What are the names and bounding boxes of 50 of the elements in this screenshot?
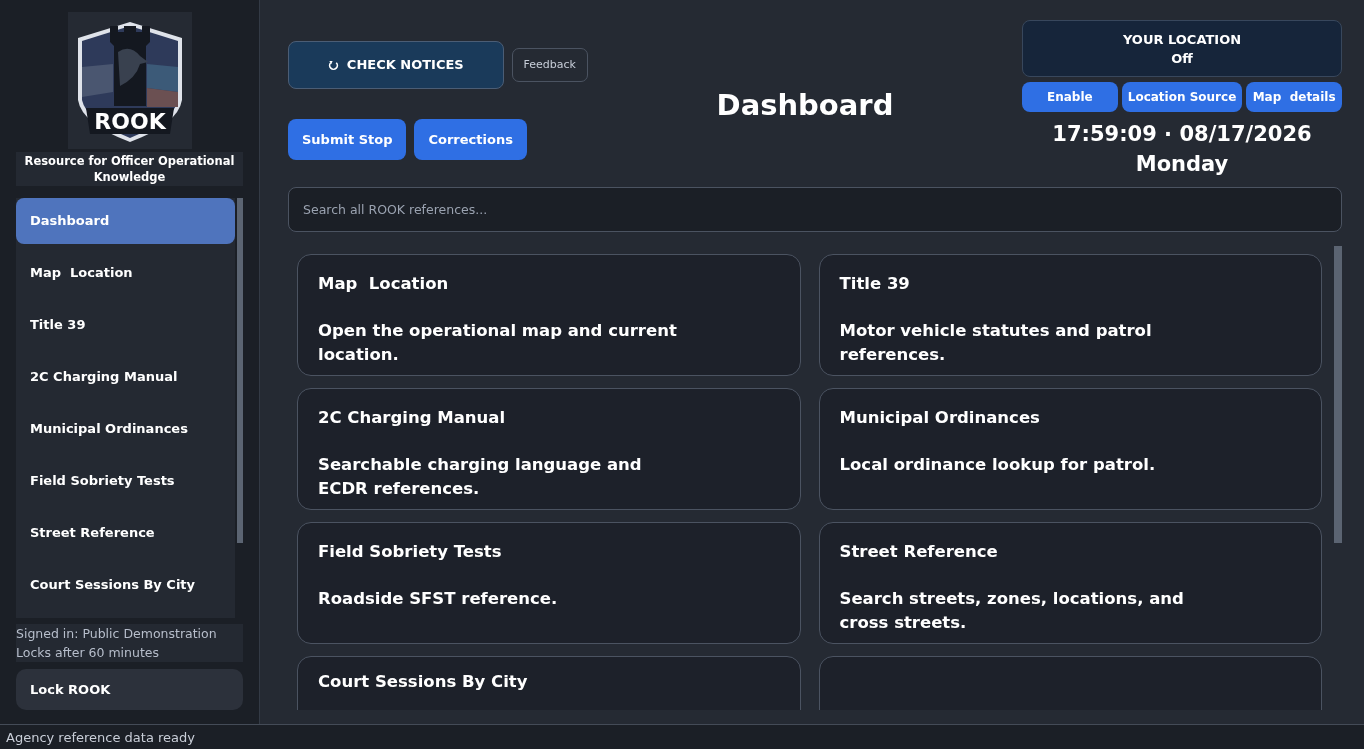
location-button[interactable]: Location Source [1121,82,1243,112]
refresh-icon [327,59,339,71]
check-notices-button[interactable]: CHECK NOTICES [288,41,504,89]
location-heading: YOUR LOCATION [1121,31,1243,49]
reference-card[interactable]: Field Sobriety Tests Roadside SFST reference. [297,522,801,644]
clock-text: 17:59:09 · 08/17/2026 [1051,121,1313,148]
card-description: Roadside SFST reference. [318,588,559,610]
card-title: 2C Charging Manual [318,407,507,429]
card-description: Searchable charging language and ECDR references. [318,454,643,500]
card-description: Open the operational map and current location. [318,320,678,366]
search-field[interactable]: Search all ROOK references... [288,187,1342,232]
reference-card[interactable]: 2C Charging Manual Searchable charging language and ECDR references. [297,388,801,510]
app-tagline: Resource for Officer Operational Knowledge [16,152,243,186]
sidebar-item[interactable]: 2C Charging Manual [16,354,235,400]
sidebar-item[interactable]: Court Sessions By City [16,562,235,608]
card-title: Field Sobriety Tests [318,541,503,563]
location-status: Off [1170,50,1194,68]
reference-card[interactable]: Court Sessions By City [297,656,801,710]
sidebar-item[interactable]: Dashboard [16,198,235,244]
card-description: Search streets, zones, locations, and cross streets. [839,588,1185,634]
reference-card[interactable]: Map Location Open the operational map and current location. [297,254,801,376]
card-title: Map Location [318,273,450,295]
page-title: Dashboard [715,87,895,124]
status-text: Agency reference data ready [0,724,1364,749]
card-title: Street Reference [839,541,999,563]
card-description: Motor vehicle statutes and patrol references. [839,320,1153,366]
weekday-text: Monday [1134,151,1230,178]
rook-logo: ROOK [67,12,192,149]
reference-card[interactable]: Title 39 Motor vehicle statutes and patrol references. [818,254,1322,376]
scrollbar[interactable] [1334,246,1342,543]
sidebar-item[interactable]: Street Reference [16,510,235,556]
sidebar-item[interactable]: Title 39 [16,302,235,348]
feedback-button[interactable]: Feedback [511,48,588,82]
card-description: Local ordinance lookup for patrol. [839,454,1157,476]
action-button[interactable]: Submit Stop [288,119,407,160]
sidebar-item[interactable]: Field Sobriety Tests [16,458,235,504]
reference-card[interactable]: Street Reference Search streets, zones, locations, and cross streets. [818,522,1322,644]
sidebar-item[interactable]: Municipal Ordinances [16,406,235,452]
location-button[interactable]: Map details [1246,82,1342,112]
card-title: Title 39 [839,273,911,295]
scrollbar[interactable] [237,198,243,543]
signed-in-text: Signed in: Public Demonstration [16,625,218,644]
card-title: Court Sessions By City [318,671,529,693]
lock-note: Locks after 60 minutes [16,644,160,663]
location-button[interactable]: Enable [1022,82,1118,112]
sidebar-item[interactable]: Map Location [16,250,235,296]
action-button[interactable]: Corrections [414,119,527,160]
reference-card[interactable]: Municipal Ordinances Local ordinance lookup for patrol. [818,388,1322,510]
card-title: Municipal Ordinances [839,407,1041,429]
lock-button[interactable]: Lock ROOK [16,669,243,710]
